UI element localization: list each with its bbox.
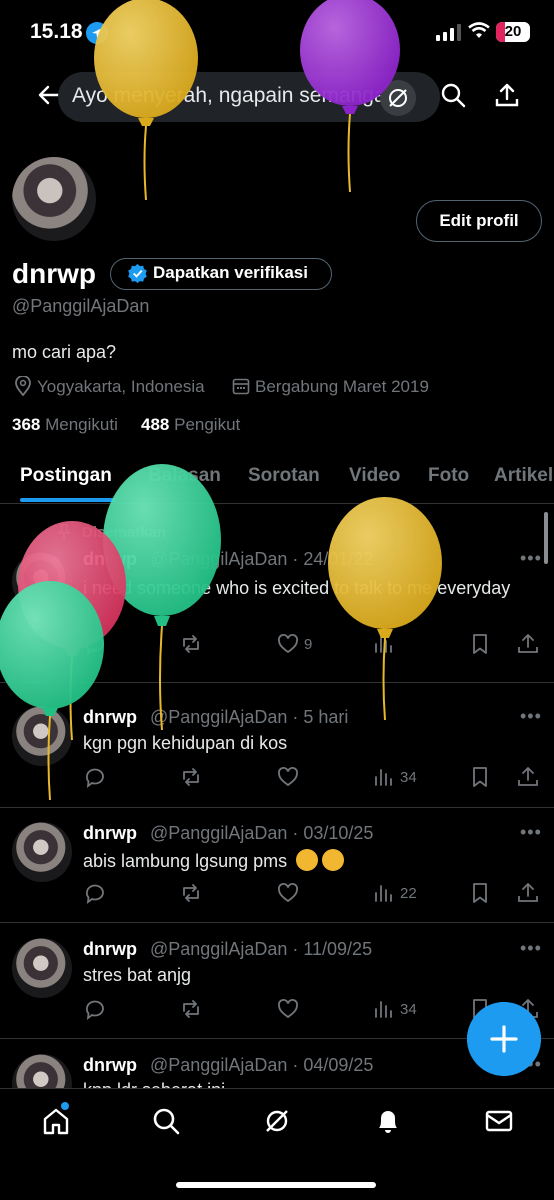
edit-profile-button[interactable]: Edit profil [416,200,542,242]
location-pin-icon [15,376,31,396]
confounded-emoji-icon [296,849,319,871]
avatar[interactable] [12,822,72,882]
post-handle-date: @PanggilAjaDan · 24/01/22 [150,549,374,569]
like-count: 9 [304,636,313,653]
avatar[interactable] [12,706,72,766]
repost-icon[interactable] [179,881,203,905]
post-handle-date: @PanggilAjaDan · 11/09/25 [150,939,373,959]
more-options-icon[interactable]: ••• [520,548,542,569]
more-options-icon[interactable]: ••• [520,822,542,843]
divider [0,807,554,808]
divider [0,922,554,923]
post-handle-date: @PanggilAjaDan · 5 hari [150,707,349,727]
confounded-emoji-icon [322,849,345,871]
following-link[interactable]: 368 Mengikuti [12,415,118,435]
profile-avatar[interactable] [10,155,98,243]
post-text: kgn pgn kehidupan di kos [83,733,288,753]
bookmark-icon[interactable] [468,632,492,656]
followers-link[interactable]: 488 Pengikut [141,415,240,435]
profile-location: Yogyakarta, Indonesia [37,377,205,396]
post-handle-date: @PanggilAjaDan · 04/09/25 [150,1055,374,1075]
bookmark-icon[interactable] [468,765,492,789]
share-post-icon[interactable] [516,881,540,905]
views-count: 34 [400,769,417,786]
repost-icon[interactable] [179,632,203,656]
share-icon[interactable] [494,82,520,108]
reply-icon[interactable] [83,632,107,656]
divider [0,503,554,504]
post-author-name[interactable]: dnrwp [83,707,137,728]
views-icon[interactable] [372,632,396,656]
calendar-icon [232,378,250,395]
more-options-icon[interactable]: ••• [520,938,542,959]
avatar[interactable] [12,552,72,612]
views-icon[interactable] [372,997,396,1021]
location-arrow-icon [86,22,108,44]
reply-icon[interactable] [83,765,107,789]
pin-icon [57,524,71,539]
share-post-icon[interactable] [516,632,540,656]
profile-handle: @PanggilAjaDan [12,296,150,316]
tab-foto[interactable]: Foto [428,465,469,487]
repost-icon[interactable] [179,765,203,789]
tab-postingan[interactable]: Postingan [20,465,112,487]
post-author-name[interactable]: dnrwp [83,939,137,960]
compose-post-button[interactable] [467,1002,541,1076]
post-handle-date: @PanggilAjaDan · 03/10/25 [150,823,374,843]
tab-balasan[interactable]: Balasan [148,465,221,487]
more-options-icon[interactable]: ••• [520,706,542,727]
get-verified-label: Dapatkan verifikasi [153,263,308,282]
scrollbar[interactable] [544,512,548,564]
home-icon[interactable] [41,1106,71,1136]
tab-sorotan[interactable]: Sorotan [248,465,320,487]
battery-indicator: 20 [496,22,530,42]
like-icon[interactable] [276,881,300,905]
views-icon[interactable] [372,881,396,905]
search-input[interactable]: Ayo menyerah, ngapain semangat [72,84,432,108]
pinned-label: Disematkan [82,524,167,541]
grok-icon[interactable] [380,80,416,116]
divider [0,682,554,683]
verified-badge-icon [128,264,147,283]
display-name: dnrwp [12,258,96,289]
repost-icon[interactable] [179,997,203,1021]
post-text: stres bat anjg [83,965,192,985]
views-count: 22 [400,885,417,902]
reply-icon[interactable] [83,881,107,905]
share-post-icon[interactable] [516,765,540,789]
like-icon[interactable] [276,632,300,656]
tab-video[interactable]: Video [349,465,400,487]
like-icon[interactable] [276,997,300,1021]
reply-icon[interactable] [83,997,107,1021]
post-author-name[interactable]: dnrwp [83,1055,137,1076]
profile-join-date: Bergabung Maret 2019 [255,377,429,396]
signal-icon [436,24,461,41]
post-text: i need someone who is excited to talk to… [83,578,511,598]
profile-bio: mo cari apa? [12,342,117,362]
explore-search-icon[interactable] [151,1106,181,1136]
views-icon[interactable] [372,765,396,789]
status-time: 15.18 [30,20,83,43]
search-icon[interactable] [440,82,466,108]
grok-nav-icon[interactable] [262,1106,292,1136]
like-icon[interactable] [276,765,300,789]
views-count: 34 [400,1001,417,1018]
messages-icon[interactable] [484,1106,514,1136]
notification-dot [61,1102,69,1110]
post-author-name[interactable]: dnrwp [83,823,137,844]
home-indicator [176,1182,376,1188]
wifi-icon [468,22,490,38]
post-text: abis lambung lgsung pms [83,849,345,872]
active-tab-indicator [20,498,116,502]
post-author-name[interactable]: dnrwp [83,549,137,570]
notifications-bell-icon[interactable] [373,1106,403,1136]
bookmark-icon[interactable] [468,881,492,905]
avatar[interactable] [12,938,72,998]
balloon-yellow [328,497,442,721]
tab-artikel[interactable]: Artikel [494,465,554,487]
